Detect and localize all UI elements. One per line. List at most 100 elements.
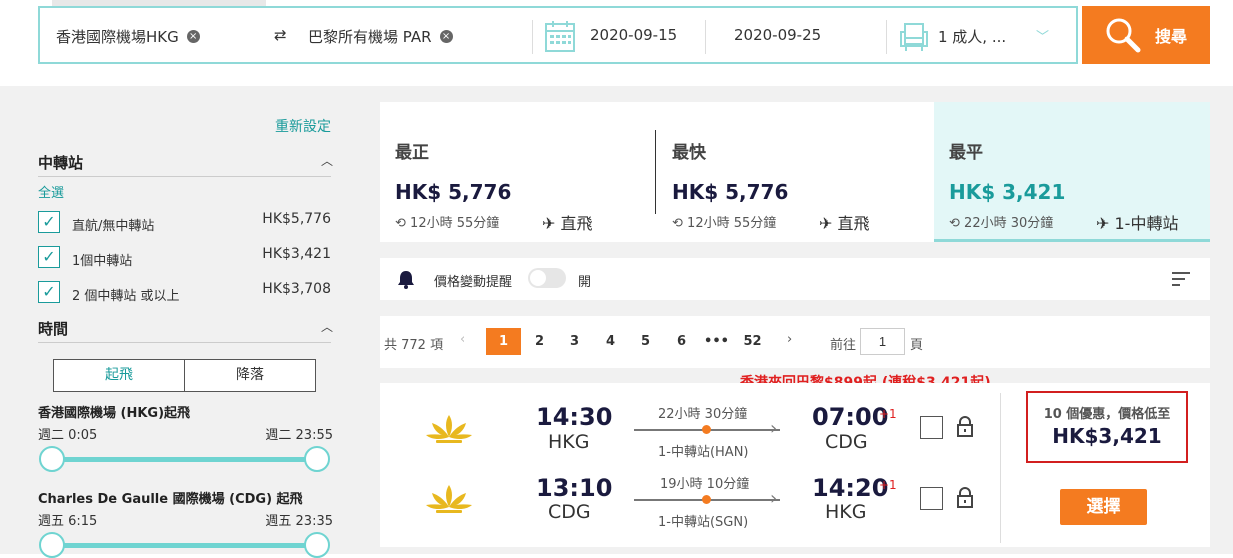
reset-link[interactable]: 重新設定: [275, 116, 331, 136]
chevron-up-icon[interactable]: ︿: [321, 152, 333, 169]
arrow-right-icon: ›: [770, 418, 778, 439]
chevron-right-icon[interactable]: ›: [787, 332, 792, 347]
alert-toggle[interactable]: [528, 268, 566, 288]
price-alert-bar: 價格變動提醒 開: [380, 258, 1210, 300]
outbound-day-offset: +1: [879, 407, 897, 421]
total-count: 共 772 項: [384, 338, 444, 353]
outbound-arrive-code: CDG: [825, 431, 868, 453]
outbound-slider-max-handle[interactable]: [304, 446, 330, 472]
tab-depart[interactable]: 起飛: [54, 360, 185, 391]
chevron-left-icon[interactable]: ‹: [460, 332, 465, 347]
option-label: 2 個中轉站 或以上: [72, 289, 180, 304]
stop-option-one[interactable]: ✓ 1個中轉站 HK$3,421: [38, 246, 331, 270]
plane-icon: ✈: [819, 214, 833, 233]
alert-label: 價格變動提醒: [434, 275, 513, 290]
outbound-duration: 22小時 30分鐘: [658, 407, 748, 422]
return-date[interactable]: 2020-09-25: [734, 26, 821, 44]
divider: [705, 20, 706, 54]
option-price: HK$3,421: [262, 246, 331, 262]
divider: [38, 176, 331, 177]
passengers-select[interactable]: 1 成人, ...: [938, 26, 1006, 47]
outbound-depart-time: 14:30: [536, 403, 613, 431]
search-label: 搜尋: [1154, 27, 1187, 46]
destination-field[interactable]: 巴黎所有機場 PAR ×: [308, 26, 453, 47]
fastest-tile[interactable]: 最快 HK$ 5,776 ⟲ 12小時 55分鐘 ✈ 直飛: [657, 102, 934, 242]
inbound-arrive-code: HKG: [825, 501, 867, 523]
compare-checkbox[interactable]: [920, 487, 943, 510]
pagination: 共 772 項 ‹ 1 2 3 4 5 6 ••• 52 › 前往 頁: [380, 316, 1210, 368]
tile-label: 最快: [672, 143, 706, 163]
bell-icon: [398, 271, 414, 289]
outbound-airport-title: 香港國際機場 (HKG)起飛: [38, 406, 191, 421]
compare-checkbox[interactable]: [920, 416, 943, 439]
airline-logo-icon: [426, 485, 472, 513]
search-icon: [1106, 18, 1141, 53]
outbound-slider-track: [52, 457, 317, 462]
page-3[interactable]: 3: [557, 328, 592, 355]
tile-duration: ⟲ 12小時 55分鐘: [672, 212, 776, 231]
chevron-down-icon[interactable]: ﹀: [1036, 26, 1049, 45]
page-52[interactable]: 52: [735, 328, 770, 355]
stop-option-two-plus[interactable]: ✓ 2 個中轉站 或以上 HK$3,708: [38, 281, 331, 305]
page-5[interactable]: 5: [628, 328, 663, 355]
checkbox[interactable]: ✓: [38, 281, 60, 303]
clock-icon: ⟲: [395, 216, 406, 231]
tile-price: HK$ 3,421: [949, 180, 1066, 204]
stops-text: 直飛: [560, 214, 593, 233]
inbound-slider-min-handle[interactable]: [39, 532, 65, 558]
option-price: HK$3,708: [262, 281, 331, 297]
stop-option-direct[interactable]: ✓ 直航/無中轉站 HK$5,776: [38, 211, 331, 235]
origin-field[interactable]: 香港國際機場HKG ×: [56, 26, 200, 47]
tile-stops: ✈ 直飛: [542, 210, 593, 234]
lock-icon[interactable]: [956, 487, 974, 509]
page-4[interactable]: 4: [593, 328, 628, 355]
duration-text: 12小時 55分鐘: [410, 216, 500, 231]
checkbox[interactable]: ✓: [38, 211, 60, 233]
outbound-slider-min-handle[interactable]: [39, 446, 65, 472]
inbound-time-to: 週五 23:35: [265, 514, 333, 529]
inbound-stops: 1-中轉站(SGN): [658, 515, 749, 530]
clear-destination-icon[interactable]: ×: [439, 30, 453, 43]
tile-stops: ✈ 1-中轉站: [1096, 210, 1178, 234]
time-mode-tabs: 起飛 降落: [53, 359, 316, 392]
chevron-up-icon[interactable]: ︿: [321, 318, 333, 335]
best-tile[interactable]: 最正 HK$ 5,776 ⟲ 12小時 55分鐘 ✈ 直飛: [380, 102, 657, 242]
goto-page-input[interactable]: [860, 328, 905, 355]
search-button[interactable]: 搜尋: [1082, 6, 1210, 64]
option-price: HK$5,776: [262, 211, 331, 227]
sort-icon[interactable]: [1172, 272, 1190, 286]
select-all-link[interactable]: 全選: [38, 182, 64, 201]
arrow-right-icon: ›: [770, 488, 778, 509]
toggle-label: 開: [578, 275, 592, 290]
lowest-price: HK$3,421: [1052, 424, 1162, 448]
checkbox[interactable]: ✓: [38, 246, 60, 268]
depart-date[interactable]: 2020-09-15: [590, 26, 677, 44]
select-button[interactable]: 選擇: [1060, 489, 1147, 525]
airline-logo-icon: [426, 415, 472, 443]
page-ellipsis[interactable]: •••: [699, 328, 734, 355]
calendar-icon: [545, 21, 575, 52]
lock-icon[interactable]: [956, 416, 974, 438]
inbound-time-from: 週五 6:15: [38, 514, 98, 529]
plane-icon: ✈: [542, 214, 556, 233]
inbound-slider-max-handle[interactable]: [304, 532, 330, 558]
stops-text: 直飛: [837, 214, 870, 233]
swap-icon[interactable]: ⇄: [274, 26, 287, 44]
outbound-stops: 1-中轉站(HAN): [658, 445, 749, 460]
cheapest-tile[interactable]: 最平 HK$ 3,421 ⟲ 22小時 30分鐘 ✈ 1-中轉站: [934, 102, 1210, 242]
page-1[interactable]: 1: [486, 328, 521, 355]
flight-result-card: 14:30 HKG 22小時 30分鐘 › 1-中轉站(HAN) 07:00 +…: [380, 383, 1210, 547]
outbound-time-from: 週二 0:05: [38, 428, 98, 443]
tile-duration: ⟲ 22小時 30分鐘: [949, 212, 1053, 231]
tab-arrive[interactable]: 降落: [185, 360, 315, 391]
clear-origin-icon[interactable]: ×: [186, 30, 200, 43]
inbound-airport-title: Charles De Gaulle 國際機場 (CDG) 起飛: [38, 492, 303, 507]
destination-text: 巴黎所有機場 PAR: [308, 28, 432, 46]
stops-text: 1-中轉站: [1114, 214, 1179, 233]
page-2[interactable]: 2: [522, 328, 557, 355]
page-6[interactable]: 6: [664, 328, 699, 355]
inbound-depart-time: 13:10: [536, 474, 613, 502]
tile-duration: ⟲ 12小時 55分鐘: [395, 212, 499, 231]
divider: [886, 20, 887, 54]
inbound-duration: 19小時 10分鐘: [660, 477, 750, 492]
